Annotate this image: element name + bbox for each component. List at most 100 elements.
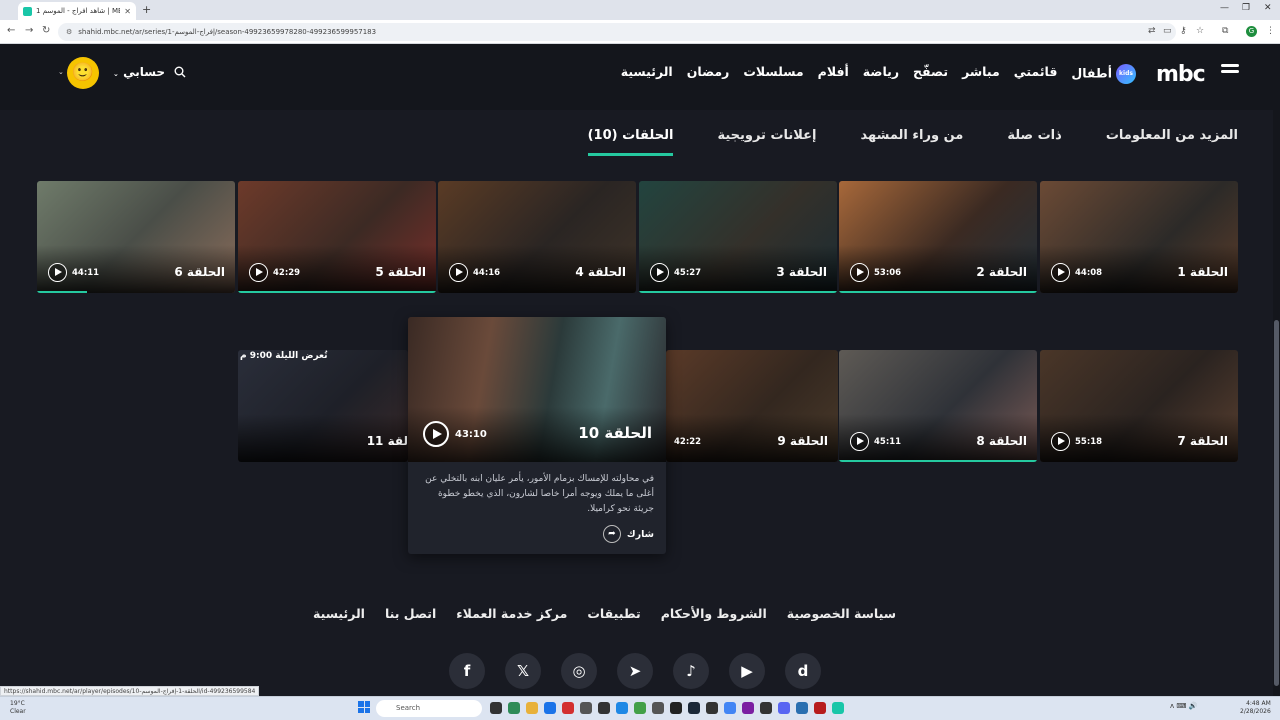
app-icon[interactable] [508,702,520,714]
episode-card[interactable]: الحلقة 9 42:22 [666,350,838,462]
back-icon[interactable]: ← [7,25,15,36]
account-menu[interactable]: حسابي ⌄ [113,65,165,79]
episode-card[interactable]: الحلقة 3 45:27 [639,181,837,293]
avatar-chevron-icon[interactable]: ⌄ [58,68,64,76]
app-icon[interactable] [814,702,826,714]
taskbar-search-input[interactable]: Search [376,700,482,717]
app-icon[interactable] [616,702,628,714]
page-scrollbar[interactable] [1273,44,1280,696]
app-icon[interactable] [796,702,808,714]
footer-link-contact[interactable]: اتصل بنا [385,606,436,621]
close-tab-icon[interactable]: ✕ [124,7,131,16]
x-icon[interactable]: 𝕏 [505,653,541,689]
translate-icon[interactable]: ⇄ [1148,26,1156,36]
instagram-icon[interactable]: ◎ [561,653,597,689]
nav-browse[interactable]: تصفّح [913,64,948,84]
bookmark-star-icon[interactable]: ☆ [1196,26,1204,36]
footer-link-support[interactable]: مركز خدمة العملاء [456,606,567,621]
avatar[interactable]: 🙂 [67,57,99,89]
play-icon[interactable] [423,421,449,447]
share-button[interactable]: ➦ شارك [602,525,654,543]
forward-icon[interactable]: → [25,25,33,36]
tab-more-info[interactable]: المزيد من المعلومات [1106,128,1238,156]
episode-card[interactable]: الحلقة 1 44:08 [1040,181,1238,293]
youtube-icon[interactable]: ▶ [729,653,765,689]
kids-badge-icon: kids [1116,64,1136,84]
mbc-logo[interactable]: mbc [1156,62,1206,87]
nav-movies[interactable]: أفلام [818,64,849,84]
opera-icon[interactable] [562,702,574,714]
app-icon[interactable] [760,702,772,714]
chrome-icon[interactable] [724,702,736,714]
system-tray-icons[interactable]: ʌ ⌨ 🔊 [1170,702,1197,710]
play-icon[interactable] [1051,263,1070,282]
steam-icon[interactable] [688,702,700,714]
play-icon[interactable] [249,263,268,282]
app-icon[interactable] [706,702,718,714]
taskbar-clock[interactable]: 4:48 AM 2/28/2026 [1240,700,1271,716]
reload-icon[interactable]: ↻ [42,25,50,36]
nav-kids[interactable]: kidsأطفال [1071,64,1136,84]
telegram-icon[interactable]: ➤ [617,653,653,689]
tab-episodes[interactable]: الحلقات (10) [587,128,674,156]
episode-card[interactable]: الحلقة 4 44:16 [438,181,636,293]
episode-card[interactable]: الحلقة 7 55:18 [1040,350,1238,462]
close-window-icon[interactable]: ✕ [1264,3,1272,13]
weather-widget[interactable]: 19°C Clear [10,700,26,716]
site-info-icon[interactable]: ⚙ [66,28,72,36]
tab-promos[interactable]: إعلانات ترويجية [717,128,816,156]
settings-icon[interactable] [580,702,592,714]
play-icon[interactable] [48,263,67,282]
browser-tab[interactable]: شاهد افراج - الموسم 1 | MBC ت ✕ [18,2,136,20]
episode-card[interactable]: الحلقة 6 44:11 [37,181,235,293]
url-input[interactable]: ⚙ shahid.mbc.net/ar/series/1-إفراج-الموس… [58,23,1176,41]
app-icon[interactable] [598,702,610,714]
play-icon[interactable] [850,432,869,451]
footer-link-home[interactable]: الرئيسية [313,606,365,621]
app-icon[interactable] [652,702,664,714]
episode-card[interactable]: الحلقة 8 45:11 [839,350,1037,462]
nav-mylist[interactable]: قائمتي [1014,64,1058,84]
app-icon[interactable] [742,702,754,714]
tab-related[interactable]: ذات صلة [1007,128,1061,156]
app-icon[interactable] [670,702,682,714]
play-icon[interactable] [1051,432,1070,451]
play-icon[interactable] [850,263,869,282]
nav-sports[interactable]: رياضة [863,64,899,84]
footer-link-privacy[interactable]: سياسة الخصوصية [787,606,896,621]
shahid-icon[interactable]: d [785,653,821,689]
edge-icon[interactable] [544,702,556,714]
cast-icon[interactable]: ▭ [1163,26,1172,36]
browser-menu-icon[interactable]: ⋮ [1266,26,1275,36]
scrollbar-thumb[interactable] [1274,320,1279,686]
search-icon[interactable] [174,66,186,78]
windows-start-icon[interactable] [358,701,370,713]
maximize-icon[interactable]: ❐ [1242,3,1250,13]
nav-live[interactable]: مباشر [962,64,1000,84]
nav-home[interactable]: الرئيسية [621,64,673,84]
footer-link-terms[interactable]: الشروط والأحكام [661,606,767,621]
episode-card[interactable]: لقة 11 [238,350,408,462]
facebook-icon[interactable]: f [449,653,485,689]
minimize-icon[interactable]: — [1220,3,1229,13]
expanded-episode-card[interactable]: الحلقة 10 43:10 في محاولته للإمساك بزمام… [408,317,666,554]
password-icon[interactable]: ⚷ [1180,26,1187,36]
footer-link-apps[interactable]: تطبيقات [587,606,640,621]
file-explorer-icon[interactable] [526,702,538,714]
task-view-icon[interactable] [490,702,502,714]
episode-card[interactable]: الحلقة 2 53:06 [839,181,1037,293]
shahid-app-icon[interactable] [832,702,844,714]
tab-behind-scenes[interactable]: من وراء المشهد [861,128,964,156]
discord-icon[interactable] [778,702,790,714]
app-icon[interactable] [634,702,646,714]
browser-profile-avatar[interactable]: G [1246,26,1257,37]
nav-series[interactable]: مسلسلات [743,64,803,84]
play-icon[interactable] [650,263,669,282]
extensions-icon[interactable]: ⧉ [1222,26,1228,36]
watch-progress-bar [839,290,1037,293]
episode-card[interactable]: الحلقة 5 42:29 [238,181,436,293]
tiktok-icon[interactable]: ♪ [673,653,709,689]
new-tab-icon[interactable]: + [142,3,151,16]
play-icon[interactable] [449,263,468,282]
nav-ramadan[interactable]: رمضان [687,64,730,84]
